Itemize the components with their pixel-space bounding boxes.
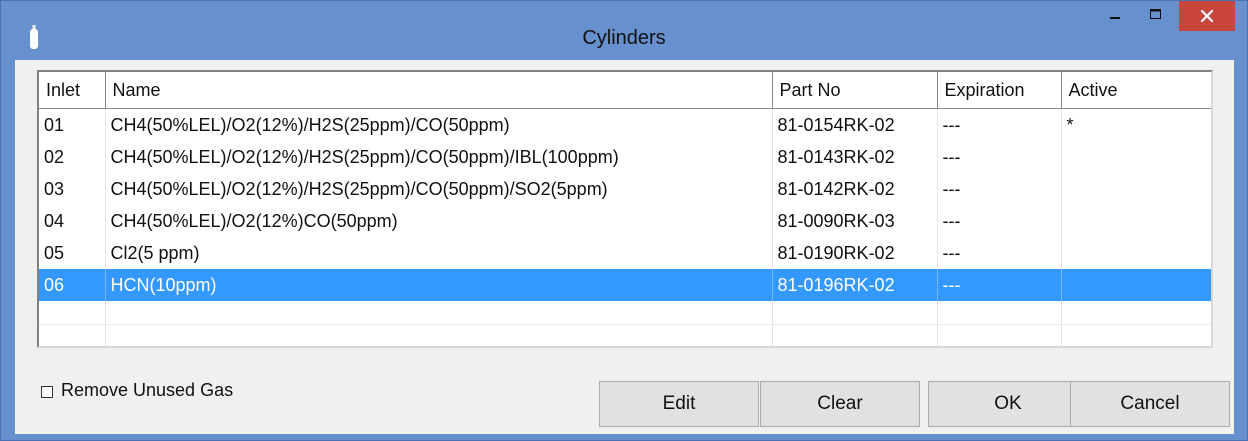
table-row[interactable]: 03 CH4(50%LEL)/O2(12%)/H2S(25ppm)/CO(50p…: [39, 173, 1211, 205]
table-header: Inlet Name Part No Expiration Active: [39, 72, 1211, 109]
cell-expiration: ---: [937, 237, 1062, 269]
cell-part-no: 81-0196RK-02: [772, 269, 938, 301]
cell-expiration: ---: [937, 173, 1062, 205]
cell-active: [1061, 237, 1211, 269]
cell-active: [1061, 173, 1211, 205]
table-row[interactable]: 04 CH4(50%LEL)/O2(12%)CO(50ppm) 81-0090R…: [39, 205, 1211, 237]
remove-unused-gas-label[interactable]: Remove Unused Gas: [61, 380, 233, 401]
minimize-icon: [1110, 17, 1120, 19]
cell-part-no: 81-0090RK-03: [772, 205, 938, 237]
cell-name: CH4(50%LEL)/O2(12%)/H2S(25ppm)/CO(50ppm)…: [105, 141, 773, 173]
cell-inlet: 01: [39, 108, 106, 141]
maximize-icon: [1150, 9, 1161, 19]
cell-part-no: 81-0190RK-02: [772, 237, 938, 269]
column-header-inlet[interactable]: Inlet: [39, 72, 106, 109]
column-header-part-no[interactable]: Part No: [772, 72, 938, 109]
table-row[interactable]: 02 CH4(50%LEL)/O2(12%)/H2S(25ppm)/CO(50p…: [39, 141, 1211, 173]
close-button[interactable]: [1179, 1, 1235, 31]
cell-name: CH4(50%LEL)/O2(12%)CO(50ppm): [105, 205, 773, 237]
cell-active: [1061, 141, 1211, 173]
table-row[interactable]: 05 Cl2(5 ppm) 81-0190RK-02 ---: [39, 237, 1211, 269]
cell-inlet: 02: [39, 141, 106, 173]
window-title: Cylinders: [582, 27, 666, 49]
cylinders-table: Inlet Name Part No Expiration Active 01 …: [39, 72, 1211, 346]
clear-button[interactable]: Clear: [760, 381, 920, 427]
dialog-content: Inlet Name Part No Expiration Active 01 …: [15, 60, 1234, 434]
cell-name: Cl2(5 ppm): [105, 237, 773, 269]
cell-active: [1061, 205, 1211, 237]
cell-inlet: 06: [39, 269, 106, 301]
cell-expiration: ---: [937, 205, 1062, 237]
cell-expiration: ---: [937, 141, 1062, 173]
title-bar[interactable]: Cylinders: [1, 1, 1247, 59]
maximize-button[interactable]: [1135, 1, 1175, 31]
cell-part-no: 81-0143RK-02: [772, 141, 938, 173]
cell-active: *: [1061, 108, 1211, 141]
cell-part-no: 81-0142RK-02: [772, 173, 938, 205]
minimize-button[interactable]: [1095, 1, 1135, 31]
remove-unused-gas-checkbox[interactable]: [41, 386, 53, 398]
table-row-selected[interactable]: 06 HCN(10ppm) 81-0196RK-02 ---: [39, 269, 1211, 301]
cell-expiration: ---: [937, 269, 1062, 301]
cell-expiration: ---: [937, 108, 1062, 141]
column-header-name[interactable]: Name: [105, 72, 773, 109]
cylinders-dialog: Cylinders Inlet Name Part No Expiration …: [0, 0, 1248, 441]
cell-name: CH4(50%LEL)/O2(12%)/H2S(25ppm)/CO(50ppm)…: [105, 173, 773, 205]
column-header-expiration[interactable]: Expiration: [937, 72, 1062, 109]
empty-row: [39, 324, 1211, 346]
cell-inlet: 03: [39, 173, 106, 205]
table-row[interactable]: 01 CH4(50%LEL)/O2(12%)/H2S(25ppm)/CO(50p…: [39, 108, 1211, 141]
cell-name: HCN(10ppm): [105, 269, 773, 301]
edit-button[interactable]: Edit: [599, 381, 759, 427]
close-icon: [1200, 9, 1214, 23]
cylinders-list[interactable]: Inlet Name Part No Expiration Active 01 …: [37, 70, 1213, 348]
column-header-active[interactable]: Active: [1061, 72, 1211, 109]
cancel-button[interactable]: Cancel: [1070, 381, 1230, 427]
ok-button[interactable]: OK: [928, 381, 1088, 427]
cell-name: CH4(50%LEL)/O2(12%)/H2S(25ppm)/CO(50ppm): [105, 108, 773, 141]
cell-inlet: 05: [39, 237, 106, 269]
cell-inlet: 04: [39, 205, 106, 237]
empty-row: [39, 301, 1211, 325]
cell-part-no: 81-0154RK-02: [772, 108, 938, 141]
cell-active: [1061, 269, 1211, 301]
